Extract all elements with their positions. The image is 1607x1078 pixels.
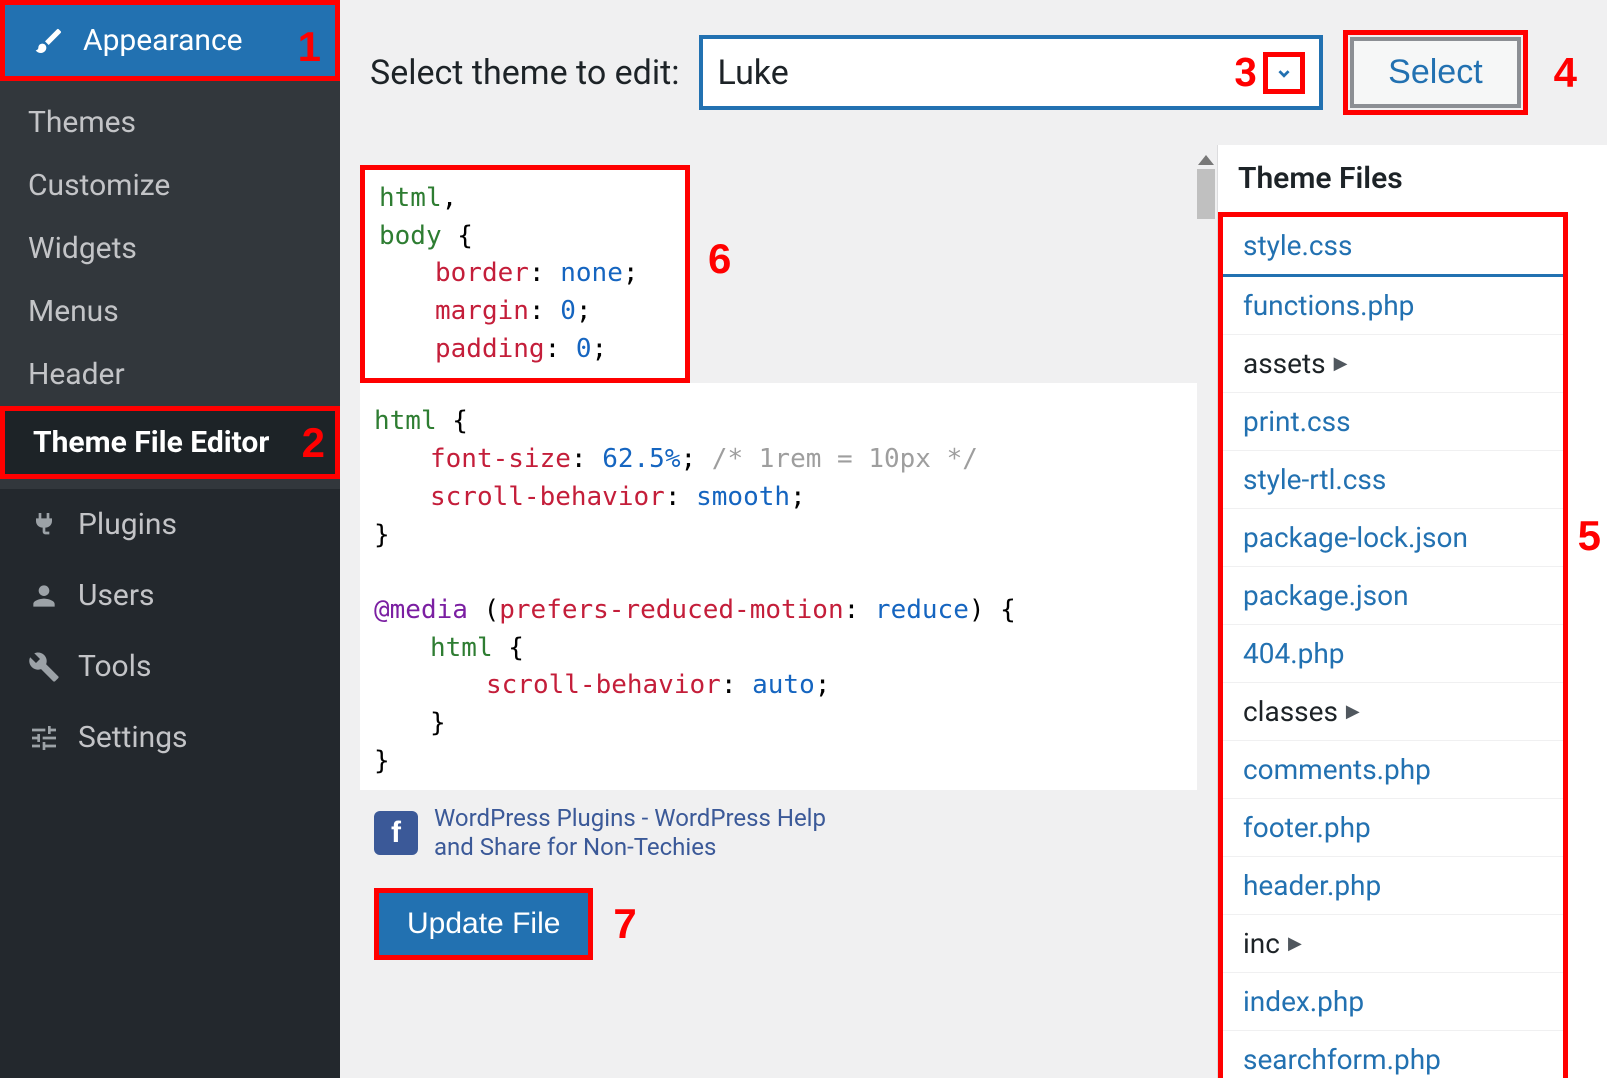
annotation-number-5: 5 (1578, 512, 1601, 560)
code-editor[interactable]: html, body { border: none; margin: 0; pa… (340, 145, 1217, 1078)
theme-files-header: Theme Files (1218, 145, 1607, 212)
file-item[interactable]: style.css (1223, 217, 1563, 277)
select-theme-label: Select theme to edit: (370, 53, 679, 93)
file-item[interactable]: package.json (1223, 567, 1563, 625)
code-body: html { font-size: 62.5%; /* 1rem = 10px … (360, 383, 1197, 790)
menu-plugins-label: Plugins (78, 507, 177, 542)
theme-dropdown[interactable]: Luke 3 (699, 35, 1323, 110)
menu-tools-label: Tools (78, 649, 151, 684)
annotation-number-7: 7 (613, 900, 636, 948)
submenu-themes[interactable]: Themes (0, 91, 340, 154)
chevron-down-icon (1273, 62, 1295, 84)
menu-users-label: Users (78, 578, 155, 613)
menu-tools[interactable]: Tools (0, 631, 340, 702)
file-item[interactable]: package-lock.json (1223, 509, 1563, 567)
file-item[interactable]: comments.php (1223, 741, 1563, 799)
submenu-customize[interactable]: Customize (0, 154, 340, 217)
submenu-theme-file-editor[interactable]: Theme File Editor (5, 411, 335, 474)
main-content: Select theme to edit: Luke 3 Select 4 (340, 0, 1607, 1078)
theme-dropdown-value: Luke (717, 53, 1234, 93)
menu-plugins[interactable]: Plugins (0, 489, 340, 560)
annotation-number-2: 2 (302, 419, 325, 467)
folder-item[interactable]: classes▶ (1223, 683, 1563, 741)
menu-settings-label: Settings (78, 720, 188, 755)
brush-icon (33, 25, 65, 57)
file-item[interactable]: searchform.php (1223, 1031, 1563, 1078)
scroll-thumb[interactable] (1197, 169, 1215, 219)
select-button[interactable]: Select (1350, 37, 1521, 108)
appearance-submenu: Themes Customize Widgets Menus Header Th… (0, 81, 340, 489)
wrench-icon (28, 651, 60, 683)
chevron-right-icon: ▶ (1334, 353, 1348, 374)
admin-sidebar: Appearance 1 Themes Customize Widgets Me… (0, 0, 340, 1078)
theme-files-panel: Theme Files style.cssfunctions.phpassets… (1217, 145, 1607, 1078)
submenu-menus[interactable]: Menus (0, 280, 340, 343)
annotation-number-4: 4 (1554, 49, 1577, 97)
file-item[interactable]: index.php (1223, 973, 1563, 1031)
submenu-widgets[interactable]: Widgets (0, 217, 340, 280)
folder-item[interactable]: inc▶ (1223, 915, 1563, 973)
facebook-icon: f (374, 811, 418, 855)
annotation-box-1: Appearance 1 (0, 0, 340, 81)
annotation-box-3 (1263, 52, 1305, 94)
update-file-button[interactable]: Update File (379, 893, 588, 955)
menu-users[interactable]: Users (0, 560, 340, 631)
scroll-up-arrow-icon (1198, 155, 1214, 165)
folder-item[interactable]: assets▶ (1223, 335, 1563, 393)
file-item[interactable]: footer.php (1223, 799, 1563, 857)
annotation-box-7: Update File (374, 888, 593, 960)
editor-scrollbar[interactable] (1195, 155, 1217, 275)
facebook-promo[interactable]: f WordPress Plugins - WordPress Help and… (360, 790, 1197, 876)
chevron-right-icon: ▶ (1288, 933, 1302, 954)
annotation-box-6: html, body { border: none; margin: 0; pa… (360, 165, 690, 383)
menu-appearance-label: Appearance (83, 23, 243, 58)
annotation-box-5: style.cssfunctions.phpassets▶print.cssst… (1218, 212, 1568, 1078)
file-item[interactable]: header.php (1223, 857, 1563, 915)
annotation-number-1: 1 (298, 23, 321, 71)
theme-selector-bar: Select theme to edit: Luke 3 Select 4 (340, 0, 1607, 145)
file-item[interactable]: 404.php (1223, 625, 1563, 683)
chevron-right-icon: ▶ (1346, 701, 1360, 722)
file-item[interactable]: print.css (1223, 393, 1563, 451)
annotation-box-2: Theme File Editor 2 (0, 406, 340, 479)
annotation-box-4: Select (1343, 30, 1528, 115)
plug-icon (28, 509, 60, 541)
annotation-number-3: 3 (1234, 49, 1257, 96)
file-item[interactable]: functions.php (1223, 277, 1563, 335)
sliders-icon (28, 722, 60, 754)
annotation-number-6: 6 (708, 235, 731, 283)
file-item[interactable]: style-rtl.css (1223, 451, 1563, 509)
menu-settings[interactable]: Settings (0, 702, 340, 773)
user-icon (28, 580, 60, 612)
facebook-promo-text: WordPress Plugins - WordPress Help and S… (434, 804, 826, 862)
submenu-header[interactable]: Header (0, 343, 340, 406)
menu-appearance[interactable]: Appearance (5, 5, 335, 76)
